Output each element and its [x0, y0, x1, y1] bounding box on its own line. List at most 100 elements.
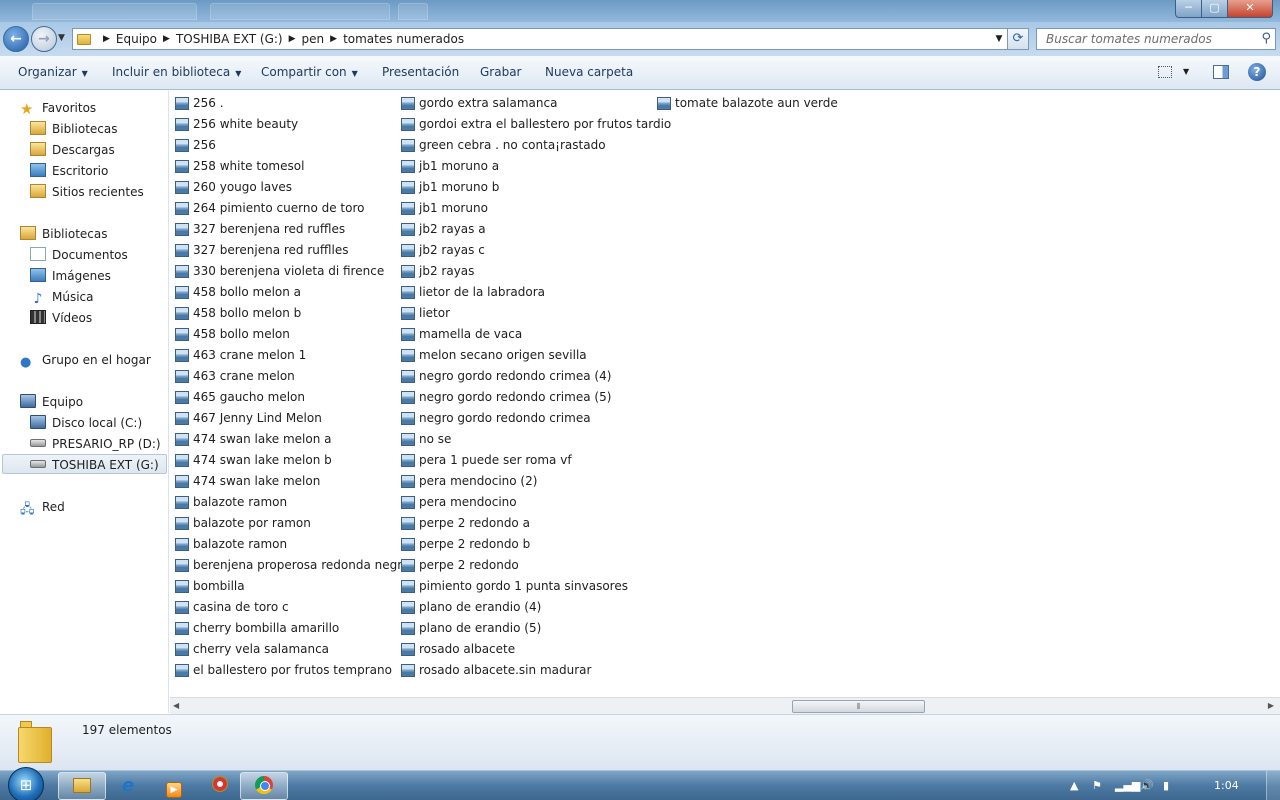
- breadcrumb-current[interactable]: tomates numerados: [343, 32, 464, 46]
- taskbar-explorer[interactable]: [58, 772, 106, 800]
- chevron-right-icon[interactable]: ▶: [163, 34, 170, 44]
- nav-item-imagenes[interactable]: Imágenes: [30, 266, 111, 286]
- file-item[interactable]: lietor: [401, 303, 671, 324]
- file-item[interactable]: no se: [401, 429, 671, 450]
- volume-icon[interactable]: 🔊: [1140, 779, 1154, 792]
- nav-network[interactable]: 🖧 Red: [20, 497, 65, 517]
- file-item[interactable]: 458 bollo melon: [175, 324, 410, 345]
- breadcrumb-equipo[interactable]: Equipo: [116, 32, 157, 46]
- taskbar-app[interactable]: [196, 772, 244, 800]
- nav-item-bibliotecas-fav[interactable]: Bibliotecas: [30, 119, 117, 139]
- file-item[interactable]: 458 bollo melon b: [175, 303, 410, 324]
- file-item[interactable]: 458 bollo melon a: [175, 282, 410, 303]
- file-item[interactable]: pimiento gordo 1 punta sinvasores: [401, 576, 671, 597]
- file-item[interactable]: 474 swan lake melon a: [175, 429, 410, 450]
- file-item[interactable]: perpe 2 redondo a: [401, 513, 671, 534]
- back-button[interactable]: ←: [3, 26, 29, 52]
- file-item[interactable]: 465 gaucho melon: [175, 387, 410, 408]
- show-desktop-button[interactable]: [1266, 771, 1280, 800]
- breadcrumb-toshiba[interactable]: TOSHIBA EXT (G:): [176, 32, 283, 46]
- file-item[interactable]: 327 berenjena red ruffles: [175, 219, 410, 240]
- file-item[interactable]: 474 swan lake melon b: [175, 450, 410, 471]
- file-item[interactable]: melon secano origen sevilla: [401, 345, 671, 366]
- include-library-button[interactable]: Incluir en biblioteca ▼: [112, 65, 241, 79]
- file-item[interactable]: lietor de la labradora: [401, 282, 671, 303]
- scroll-right-icon[interactable]: ▶: [1268, 701, 1274, 710]
- power-icon[interactable]: ▮: [1163, 779, 1169, 792]
- file-item[interactable]: pera mendocino: [401, 492, 671, 513]
- refresh-button[interactable]: ⟳: [1007, 28, 1029, 50]
- nav-item-sitios-recientes[interactable]: Sitios recientes: [30, 182, 144, 202]
- file-item[interactable]: 258 white tomesol: [175, 156, 410, 177]
- chevron-right-icon[interactable]: ▶: [289, 34, 296, 44]
- file-item[interactable]: jb2 rayas c: [401, 240, 671, 261]
- share-with-button[interactable]: Compartir con ▼: [261, 65, 358, 79]
- nav-item-musica[interactable]: ♪ Música: [30, 287, 94, 307]
- file-item[interactable]: pera 1 puede ser roma vf: [401, 450, 671, 471]
- file-item[interactable]: 467 Jenny Lind Melon: [175, 408, 410, 429]
- file-item[interactable]: jb1 moruno b: [401, 177, 671, 198]
- file-item[interactable]: 264 pimiento cuerno de toro: [175, 198, 410, 219]
- nav-homegroup[interactable]: ● Grupo en el hogar: [20, 350, 151, 370]
- file-item[interactable]: balazote por ramon: [175, 513, 410, 534]
- file-item[interactable]: tomate balazote aun verde: [657, 93, 838, 114]
- nav-item-escritorio[interactable]: Escritorio: [30, 161, 108, 181]
- file-item[interactable]: casina de toro c: [175, 597, 410, 618]
- file-item[interactable]: mamella de vaca: [401, 324, 671, 345]
- file-item[interactable]: rosado albacete.sin madurar: [401, 660, 671, 681]
- file-item[interactable]: 474 swan lake melon: [175, 471, 410, 492]
- file-item[interactable]: balazote ramon: [175, 492, 410, 513]
- scrollbar-thumb[interactable]: ⦀: [792, 700, 925, 713]
- taskbar-media-player[interactable]: ▶: [150, 772, 198, 800]
- recent-pages-dropdown-icon[interactable]: ▼: [58, 33, 65, 43]
- file-item[interactable]: 256: [175, 135, 410, 156]
- file-item[interactable]: perpe 2 redondo b: [401, 534, 671, 555]
- file-item[interactable]: el ballestero por frutos temprano: [175, 660, 410, 681]
- file-item[interactable]: balazote ramon: [175, 534, 410, 555]
- file-item[interactable]: gordo extra salamanca: [401, 93, 671, 114]
- new-folder-button[interactable]: Nueva carpeta: [545, 65, 633, 79]
- nav-item-disco-c[interactable]: Disco local (C:): [30, 413, 142, 433]
- file-item[interactable]: cherry bombilla amarillo: [175, 618, 410, 639]
- search-input[interactable]: Buscar tomates numerados ⚲: [1036, 28, 1276, 50]
- forward-button[interactable]: →: [31, 26, 57, 52]
- file-item[interactable]: perpe 2 redondo: [401, 555, 671, 576]
- action-center-icon[interactable]: ⚑: [1092, 779, 1102, 792]
- file-item[interactable]: 463 crane melon: [175, 366, 410, 387]
- nav-favorites[interactable]: ★ Favoritos: [20, 98, 96, 118]
- file-item[interactable]: jb2 rayas a: [401, 219, 671, 240]
- preview-pane-icon[interactable]: [1213, 65, 1229, 79]
- nav-computer[interactable]: Equipo: [20, 392, 83, 412]
- search-icon[interactable]: ⚲: [1261, 31, 1271, 46]
- start-button[interactable]: ⊞: [8, 767, 44, 800]
- file-item[interactable]: 256 white beauty: [175, 114, 410, 135]
- scroll-left-icon[interactable]: ◀: [173, 701, 179, 710]
- nav-libraries[interactable]: Bibliotecas: [20, 224, 107, 244]
- file-item[interactable]: jb1 moruno: [401, 198, 671, 219]
- maximize-button[interactable]: ▢: [1201, 0, 1228, 18]
- address-dropdown-icon[interactable]: ▼: [991, 34, 1007, 44]
- breadcrumb-pen[interactable]: pen: [302, 32, 325, 46]
- horizontal-scrollbar[interactable]: ◀ ⦀ ▶: [170, 697, 1280, 714]
- file-item[interactable]: 256 .: [175, 93, 410, 114]
- file-item[interactable]: pera mendocino (2): [401, 471, 671, 492]
- file-item[interactable]: gordoi extra el ballestero por frutos ta…: [401, 114, 671, 135]
- file-item[interactable]: jb2 rayas: [401, 261, 671, 282]
- show-hidden-icons-icon[interactable]: ▲: [1070, 779, 1078, 792]
- nav-item-descargas[interactable]: Descargas: [30, 140, 115, 160]
- file-item[interactable]: cherry vela salamanca: [175, 639, 410, 660]
- minimize-button[interactable]: ─: [1175, 0, 1202, 18]
- burn-button[interactable]: Grabar: [480, 65, 522, 79]
- view-options-dropdown-icon[interactable]: ▼: [1183, 67, 1189, 76]
- nav-item-videos[interactable]: Vídeos: [30, 308, 92, 328]
- file-item[interactable]: plano de erandio (4): [401, 597, 671, 618]
- clock[interactable]: 1:04: [1214, 779, 1239, 792]
- file-item[interactable]: negro gordo redondo crimea (4): [401, 366, 671, 387]
- close-button[interactable]: ✕: [1227, 0, 1273, 18]
- file-item[interactable]: bombilla: [175, 576, 410, 597]
- file-item[interactable]: plano de erandio (5): [401, 618, 671, 639]
- chevron-right-icon[interactable]: ▶: [330, 34, 337, 44]
- nav-item-documentos[interactable]: Documentos: [30, 245, 128, 265]
- file-item[interactable]: 260 yougo laves: [175, 177, 410, 198]
- file-item[interactable]: 327 berenjena red rufflles: [175, 240, 410, 261]
